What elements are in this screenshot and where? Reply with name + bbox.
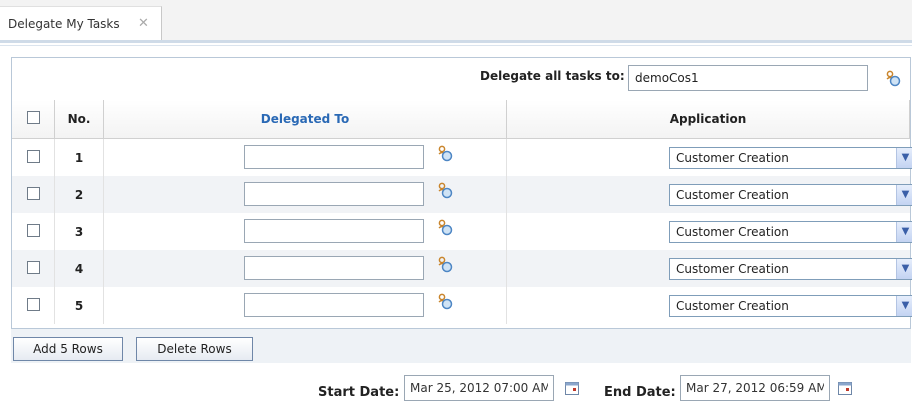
chevron-down-icon[interactable]: ▼ <box>896 148 912 168</box>
row-number: 5 <box>54 287 104 324</box>
application-cell: Customer Creation ▼ <box>506 213 912 250</box>
header-no: No. <box>54 100 104 139</box>
row-select-cell <box>12 139 55 177</box>
chevron-down-icon[interactable]: ▼ <box>896 185 912 205</box>
end-date-label: End Date: <box>604 385 676 400</box>
row-select-cell <box>12 176 55 213</box>
row-checkbox[interactable] <box>26 297 40 311</box>
chevron-down-icon[interactable]: ▼ <box>896 296 912 316</box>
application-select-value: Customer Creation <box>676 262 789 276</box>
chevron-down-icon[interactable]: ▼ <box>896 222 912 242</box>
tab-bar: Delegate My Tasks ✕ <box>0 0 912 40</box>
row-select-cell <box>12 250 55 287</box>
user-lookup-icon[interactable] <box>436 182 454 200</box>
header-delegated-to[interactable]: Delegated To <box>103 100 507 139</box>
application-select-value: Customer Creation <box>676 225 789 239</box>
row-number: 4 <box>54 250 104 287</box>
application-cell: Customer Creation ▼ <box>506 250 912 287</box>
row-checkbox[interactable] <box>26 223 40 237</box>
tab-label: Delegate My Tasks <box>8 17 120 31</box>
application-select-value: Customer Creation <box>676 151 789 165</box>
application-select-value: Customer Creation <box>676 299 789 313</box>
user-lookup-icon[interactable] <box>436 145 454 163</box>
delegated-to-cell <box>103 250 507 287</box>
application-select[interactable]: Customer Creation ▼ <box>669 184 912 206</box>
application-select[interactable]: Customer Creation ▼ <box>669 258 912 280</box>
delegate-all-input[interactable] <box>628 65 868 91</box>
delegated-to-input[interactable] <box>244 219 424 243</box>
tab-divider <box>0 40 912 43</box>
add-rows-button[interactable]: Add 5 Rows <box>13 337 123 361</box>
row-number: 3 <box>54 213 104 250</box>
application-select[interactable]: Customer Creation ▼ <box>669 221 912 243</box>
row-select-cell <box>12 213 55 250</box>
table-row: 5 Customer Creation ▼ <box>12 287 912 324</box>
close-icon[interactable]: ✕ <box>138 16 149 31</box>
delegated-to-input[interactable] <box>244 256 424 280</box>
application-select[interactable]: Customer Creation ▼ <box>669 295 912 317</box>
table-row: 2 Customer Creation ▼ <box>12 176 912 213</box>
user-lookup-icon[interactable] <box>436 219 454 237</box>
application-cell: Customer Creation ▼ <box>506 287 912 324</box>
chevron-down-icon[interactable]: ▼ <box>896 259 912 279</box>
delegated-to-cell <box>103 176 507 213</box>
row-number: 1 <box>54 138 104 176</box>
user-lookup-icon[interactable] <box>884 70 902 88</box>
table-row: 4 Customer Creation ▼ <box>12 250 912 287</box>
delegated-to-cell <box>103 287 507 324</box>
delegation-table: No. Delegated To Application 1 Customer … <box>12 100 912 324</box>
row-number: 2 <box>54 176 104 213</box>
calendar-icon[interactable] <box>838 382 852 395</box>
end-date-input[interactable] <box>680 375 830 401</box>
table-header-row: No. Delegated To Application <box>12 100 910 139</box>
select-all-header <box>12 100 55 139</box>
application-select-value: Customer Creation <box>676 188 789 202</box>
button-bar: Add 5 Rows Delete Rows <box>11 329 911 363</box>
delegated-to-input[interactable] <box>244 182 424 206</box>
user-lookup-icon[interactable] <box>436 256 454 274</box>
row-select-cell <box>12 287 55 324</box>
tab-divider-thin <box>0 45 912 46</box>
row-checkbox[interactable] <box>26 260 40 274</box>
date-range-bar: Start Date: End Date: <box>0 372 912 408</box>
row-checkbox[interactable] <box>26 149 40 163</box>
start-date-input[interactable] <box>404 375 554 401</box>
delegated-to-input[interactable] <box>244 293 424 317</box>
delegation-panel: Delegate all tasks to: No. Delegated To … <box>11 57 912 329</box>
row-checkbox[interactable] <box>26 186 40 200</box>
application-select[interactable]: Customer Creation ▼ <box>669 147 912 169</box>
header-application: Application <box>506 100 910 139</box>
delegate-all-row: Delegate all tasks to: <box>12 58 910 101</box>
application-cell: Customer Creation ▼ <box>506 138 912 176</box>
delegate-all-label: Delegate all tasks to: <box>480 69 625 83</box>
delete-rows-button[interactable]: Delete Rows <box>136 337 253 361</box>
delegated-to-cell <box>103 213 507 250</box>
select-all-checkbox[interactable] <box>26 111 40 124</box>
table-row: 3 Customer Creation ▼ <box>12 213 912 250</box>
delegated-to-input[interactable] <box>244 145 424 169</box>
application-cell: Customer Creation ▼ <box>506 176 912 213</box>
table-row: 1 Customer Creation ▼ <box>12 138 912 177</box>
start-date-label: Start Date: <box>318 385 400 400</box>
user-lookup-icon[interactable] <box>436 293 454 311</box>
delegated-to-cell <box>103 138 507 176</box>
tab-delegate-my-tasks[interactable]: Delegate My Tasks ✕ <box>0 6 162 40</box>
calendar-icon[interactable] <box>565 382 579 395</box>
